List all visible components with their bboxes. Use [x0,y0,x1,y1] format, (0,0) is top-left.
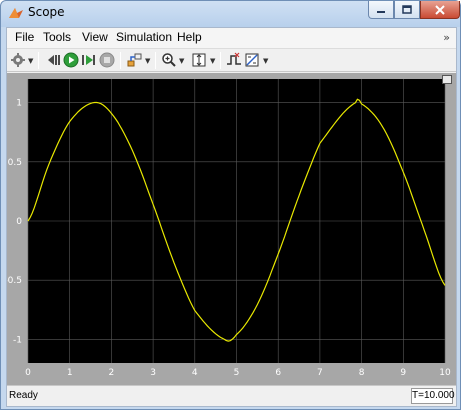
x-tick-label: 6 [275,368,281,378]
y-tick-label: -1 [13,335,22,345]
x-tick-label: 5 [234,368,240,378]
toolbar-separator [220,52,221,69]
measurements-dropdown-arrow[interactable]: ▼ [263,57,268,65]
menu-help[interactable]: Help [175,30,204,44]
minimize-icon [377,10,385,13]
client-area: File Tools View Simulation Help » ▼ ▼ ▼ … [6,27,457,407]
y-tick-label: 1 [16,99,22,109]
step-back-button[interactable] [45,52,61,68]
menu-view[interactable]: View [80,30,110,44]
y-tick-label: 0.5 [8,158,22,168]
undock-icon[interactable] [442,75,452,84]
step-forward-button[interactable] [81,52,97,68]
toolbar-separator [155,52,156,69]
scope-window: Scope File Tools View Simulation Help » [0,0,461,410]
stop-button[interactable] [99,52,115,68]
zoom-dropdown-arrow[interactable]: ▼ [179,57,184,65]
measurements-icon [245,53,259,67]
menu-simulation[interactable]: Simulation [114,30,174,44]
plot-area: 0 1 2 3 4 5 6 7 8 9 10 1 0.5 0 -0.5 -1 [7,73,456,385]
settings-dropdown-arrow[interactable]: ▼ [28,57,33,65]
triggers-button[interactable] [226,52,242,68]
y-tick-label: 0 [16,217,22,227]
highlight-simulink-block-icon [127,53,142,67]
chevron-double-right-icon[interactable]: » [443,31,450,44]
menu-file[interactable]: File [13,30,36,44]
toolbar-separator [38,52,39,69]
stop-icon [99,52,115,68]
close-icon [435,4,445,15]
step-back-icon [48,55,60,65]
step-forward-icon [82,55,95,65]
minimize-button[interactable] [368,1,394,19]
highlight-dropdown-arrow[interactable]: ▼ [145,57,150,65]
x-tick-label: 0 [25,368,31,378]
highlight-block-button[interactable] [127,52,143,68]
x-tick-label: 9 [400,368,406,378]
y-tick-label: -0.5 [7,276,22,286]
matlab-scope-icon [9,8,23,18]
x-tick-label: 4 [192,368,198,378]
x-tick-label: 2 [109,368,115,378]
menu-tools[interactable]: Tools [41,30,73,44]
x-tick-label: 1 [67,368,73,378]
maximize-button[interactable] [394,1,420,19]
triggers-icon [227,52,241,65]
scope-plot[interactable]: 0 1 2 3 4 5 6 7 8 9 10 1 0.5 0 -0.5 -1 [7,73,456,385]
status-text: Ready [9,390,38,401]
scale-axes-icon [192,53,206,67]
settings-gear-icon [11,53,25,67]
zoom-in-icon [162,53,176,67]
x-tick-label: 3 [150,368,156,378]
toolbar-separator [120,52,121,69]
status-bar: Ready T=10.000 [7,385,456,406]
scale-axes-button[interactable] [191,52,207,68]
simulation-time: T=10.000 [411,388,455,404]
x-tick-label: 8 [359,368,365,378]
scale-dropdown-arrow[interactable]: ▼ [210,57,215,65]
title-bar[interactable]: Scope [1,1,460,25]
window-title: Scope [28,5,65,19]
run-icon [63,52,79,68]
x-tick-label: 7 [317,368,323,378]
x-tick-label: 10 [439,368,451,378]
run-button[interactable] [63,52,79,68]
settings-button[interactable] [10,52,26,68]
close-button[interactable] [420,1,460,19]
menu-bar: File Tools View Simulation Help » [7,28,456,48]
measurements-button[interactable] [244,52,260,68]
maximize-icon [402,5,412,14]
toolbar: ▼ ▼ ▼ ▼ ▼ [7,48,456,72]
zoom-button[interactable] [161,52,177,68]
